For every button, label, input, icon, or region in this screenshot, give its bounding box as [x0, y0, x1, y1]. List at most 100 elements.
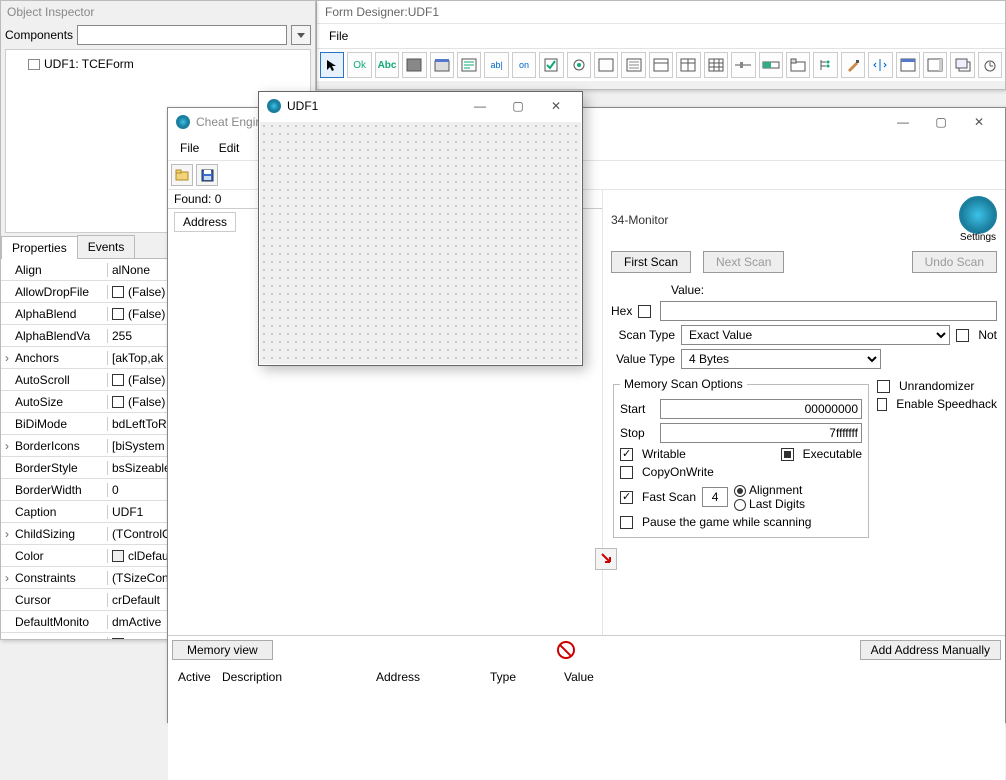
address-list[interactable] — [168, 690, 1005, 780]
udf1-window[interactable]: UDF1 — ▢ ✕ — [258, 91, 583, 366]
pause-checkbox[interactable] — [620, 516, 633, 529]
palette-splitter[interactable] — [868, 52, 892, 78]
copyonwrite-checkbox[interactable] — [620, 466, 633, 479]
tab-properties[interactable]: Properties — [1, 236, 78, 259]
prop-name: ChildSizing — [13, 527, 107, 541]
not-checkbox[interactable] — [956, 329, 969, 342]
prop-name: DefaultMonito — [13, 615, 107, 629]
palette-stringgrid[interactable] — [704, 52, 728, 78]
palette-panel[interactable] — [402, 52, 426, 78]
palette-tabcontrol[interactable] — [786, 52, 810, 78]
open-process-button[interactable] — [171, 164, 193, 186]
no-entry-icon[interactable] — [557, 641, 575, 659]
palette-edit[interactable]: ab| — [484, 52, 508, 78]
settings-link[interactable]: Settings — [959, 232, 997, 243]
col-value[interactable]: Value — [560, 668, 999, 686]
palette-progressbar[interactable] — [759, 52, 783, 78]
palette-groupbox[interactable] — [430, 52, 454, 78]
palette-shape[interactable] — [594, 52, 618, 78]
bool-checkbox[interactable] — [112, 308, 124, 320]
minimize-button[interactable]: — — [885, 112, 921, 132]
palette-combobox[interactable] — [649, 52, 673, 78]
palette-button[interactable]: Ok — [347, 52, 371, 78]
prop-name: AutoSize — [13, 395, 107, 409]
prop-name: Anchors — [13, 351, 107, 365]
executable-checkbox[interactable] — [781, 448, 794, 461]
form-designer-title: Form Designer:UDF1 — [325, 5, 997, 19]
start-input[interactable] — [660, 399, 862, 419]
prop-name: Color — [13, 549, 107, 563]
palette-form[interactable] — [896, 52, 920, 78]
scan-type-select[interactable]: Exact Value — [681, 325, 950, 345]
alignment-radio[interactable] — [734, 485, 746, 497]
value-type-select[interactable]: 4 Bytes — [681, 349, 881, 369]
tab-events[interactable]: Events — [77, 235, 136, 258]
menu-file[interactable]: File — [323, 26, 354, 46]
value-input[interactable] — [660, 301, 997, 321]
bool-checkbox[interactable] — [112, 396, 124, 408]
palette-pagecontrol[interactable] — [950, 52, 974, 78]
palette-checkbox[interactable] — [539, 52, 563, 78]
memory-view-button[interactable]: Memory view — [172, 640, 273, 660]
bool-checkbox[interactable] — [112, 374, 124, 386]
close-button[interactable]: ✕ — [961, 112, 997, 132]
speedhack-checkbox[interactable] — [877, 398, 887, 411]
prop-name: DockSite — [13, 637, 107, 640]
maximize-button[interactable]: ▢ — [500, 96, 536, 116]
palette-listview[interactable] — [676, 52, 700, 78]
palette-memo[interactable] — [457, 52, 481, 78]
palette-trackbar[interactable] — [731, 52, 755, 78]
color-swatch[interactable] — [112, 550, 124, 562]
palette-pointer[interactable] — [320, 52, 344, 78]
palette-radio[interactable] — [567, 52, 591, 78]
palette-paintbox[interactable] — [841, 52, 865, 78]
palette-scrollbox[interactable] — [923, 52, 947, 78]
save-button[interactable] — [196, 164, 218, 186]
palette-treeview[interactable] — [813, 52, 837, 78]
prop-name: Caption — [13, 505, 107, 519]
palette-label[interactable]: Abc — [375, 52, 399, 78]
add-to-list-arrow-button[interactable] — [595, 548, 617, 570]
component-palette: Ok Abc ab| on — [317, 48, 1005, 81]
form-designer-menubar: File — [317, 24, 1005, 48]
form-icon — [28, 59, 40, 70]
components-dropdown-button[interactable] — [291, 25, 311, 45]
col-address[interactable]: Address — [372, 668, 482, 686]
maximize-button[interactable]: ▢ — [923, 112, 959, 132]
add-address-manually-button[interactable]: Add Address Manually — [860, 640, 1001, 660]
writable-checkbox[interactable] — [620, 448, 633, 461]
palette-timer[interactable] — [978, 52, 1002, 78]
close-button[interactable]: ✕ — [538, 96, 574, 116]
prop-name: BorderIcons — [13, 439, 107, 453]
menu-file[interactable]: File — [172, 138, 207, 158]
menu-edit[interactable]: Edit — [211, 138, 248, 158]
palette-toggle[interactable]: on — [512, 52, 536, 78]
form-design-surface[interactable] — [260, 122, 581, 364]
start-label: Start — [620, 402, 654, 416]
fastscan-checkbox[interactable] — [620, 491, 633, 504]
stop-input[interactable] — [660, 423, 862, 443]
col-type[interactable]: Type — [486, 668, 556, 686]
column-address[interactable]: Address — [174, 212, 236, 232]
prop-name: BorderWidth — [13, 483, 107, 497]
first-scan-button[interactable]: First Scan — [611, 251, 691, 273]
components-input[interactable] — [77, 25, 287, 45]
fastscan-value-input[interactable] — [702, 487, 728, 507]
lastdigits-radio[interactable] — [734, 499, 746, 511]
palette-listbox[interactable] — [621, 52, 645, 78]
prop-name: AlphaBlend — [13, 307, 107, 321]
minimize-button[interactable]: — — [462, 96, 498, 116]
col-description[interactable]: Description — [218, 668, 368, 686]
bool-checkbox[interactable] — [112, 638, 124, 640]
prop-name: BorderStyle — [13, 461, 107, 475]
unrandomizer-checkbox[interactable] — [877, 380, 890, 393]
address-list-panel: Memory view Add Address Manually Active … — [168, 635, 1005, 780]
bool-checkbox[interactable] — [112, 286, 124, 298]
col-active[interactable]: Active — [174, 668, 214, 686]
tree-item-udf1[interactable]: UDF1: TCEForm — [10, 54, 306, 74]
cheat-engine-logo[interactable] — [959, 196, 997, 234]
components-label: Components — [5, 28, 73, 42]
undo-scan-button: Undo Scan — [912, 251, 997, 273]
scan-type-label: Scan Type — [611, 328, 675, 342]
hex-checkbox[interactable] — [638, 305, 651, 318]
